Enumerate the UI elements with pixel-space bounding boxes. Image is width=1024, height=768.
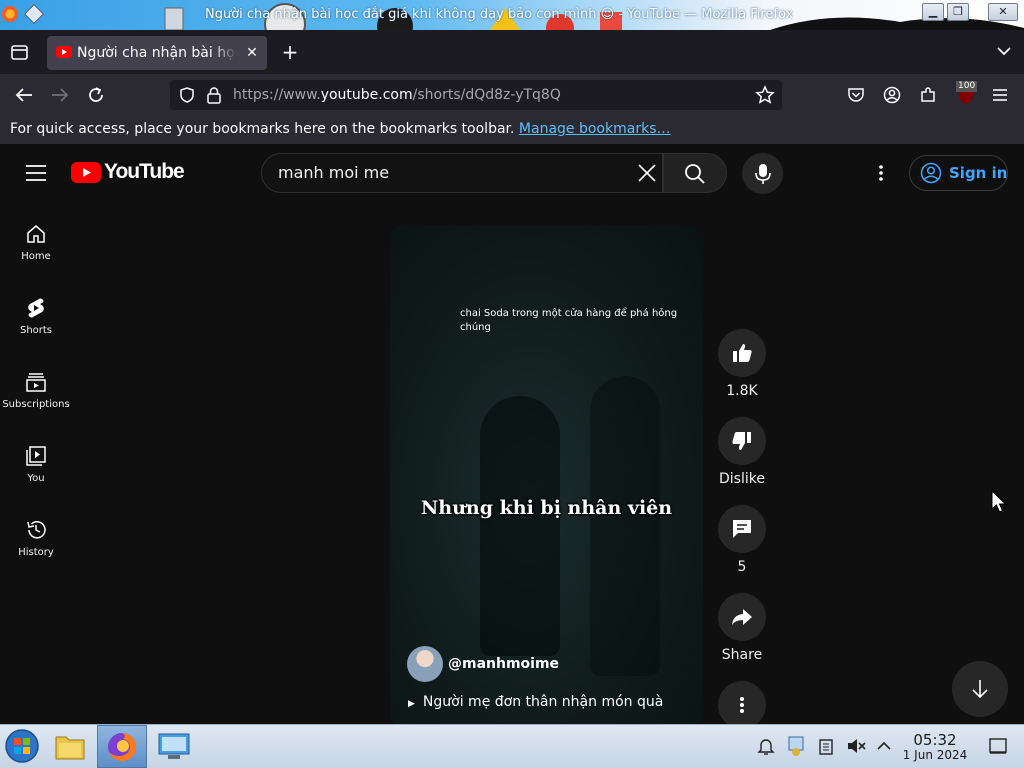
sidebar-item-home[interactable]: Home [0, 215, 72, 285]
share-arrow-icon [732, 609, 752, 625]
sidebar-label-home: Home [21, 251, 51, 262]
guide-menu-icon[interactable] [26, 164, 46, 182]
sidebar-label-shorts: Shorts [19, 325, 53, 336]
clock-date[interactable]: 1 Jun 2024 [900, 748, 970, 762]
dislike-button[interactable] [718, 417, 766, 465]
bookmark-star-icon[interactable] [755, 85, 775, 105]
minimize-button[interactable]: ▁ [922, 3, 944, 21]
video-figure [480, 396, 560, 656]
channel-name[interactable]: @manhmoime [448, 656, 559, 672]
next-short-button[interactable] [952, 661, 1008, 717]
youtube-logo-text[interactable]: YouTube [104, 160, 185, 184]
sidebar-item-shorts[interactable]: Shorts [0, 289, 72, 359]
mouse-cursor-icon [991, 490, 1007, 513]
search-query[interactable]: manh moi me [278, 163, 389, 182]
arrow-down-icon [972, 680, 988, 699]
manage-bookmarks-link[interactable]: Manage bookmarks… [519, 121, 671, 137]
control-panel-icon[interactable] [157, 731, 191, 761]
thumbs-up-icon [733, 344, 752, 362]
user-circle-icon [920, 162, 942, 184]
voice-search-button[interactable] [742, 153, 783, 194]
like-button[interactable] [718, 329, 766, 377]
list-all-tabs-icon[interactable] [996, 45, 1012, 57]
shorts-icon [28, 298, 44, 318]
settings-more-icon[interactable] [878, 164, 884, 182]
bookmarks-empty-message: For quick access, place your bookmarks h… [10, 121, 671, 137]
window-titlebar: Người cha nhận bài học đắt giá khi không… [0, 0, 1024, 30]
volume-muted-icon[interactable] [846, 737, 866, 755]
os-taskbar [0, 724, 1024, 768]
search-button[interactable] [663, 153, 727, 193]
share-button[interactable] [718, 593, 766, 641]
microphone-icon [754, 164, 771, 184]
pocket-icon[interactable] [847, 86, 865, 104]
tab-label: Người cha nhận bài học đắt giá khi không… [77, 45, 237, 61]
sidebar-item-subscriptions[interactable]: Subscriptions [0, 363, 72, 433]
maximize-button[interactable]: ❐ [947, 3, 969, 21]
app-menu-icon[interactable] [992, 87, 1008, 103]
clipboard-icon[interactable] [817, 737, 835, 755]
lock-icon[interactable] [206, 86, 222, 104]
sidebar-item-you[interactable]: You [0, 437, 72, 507]
search-icon [685, 164, 705, 184]
subscriptions-icon [26, 373, 46, 392]
extensions-puzzle-icon[interactable] [919, 86, 937, 104]
video-figure-background [590, 376, 660, 676]
notification-bell-icon[interactable] [757, 737, 775, 755]
show-desktop-icon[interactable] [988, 737, 1008, 755]
video-caption-subtitle: Nhưng khi bị nhân viên [420, 497, 673, 519]
dislike-label: Dislike [719, 471, 765, 487]
file-manager-icon[interactable] [54, 731, 86, 761]
firefox-view-icon[interactable] [10, 44, 30, 62]
firefox-window-icon [2, 6, 18, 22]
new-tab-icon[interactable]: + [280, 42, 300, 62]
youtube-favicon-icon [56, 46, 72, 58]
tracking-protection-shield-icon[interactable] [178, 86, 196, 104]
channel-avatar[interactable] [407, 646, 443, 682]
video-title-link[interactable]: ▶ Người mẹ đơn thân nhận món quà [408, 694, 663, 710]
firefox-taskbar-icon [108, 732, 137, 761]
forward-icon[interactable] [50, 86, 70, 104]
history-icon [27, 521, 46, 539]
thumbs-down-icon [732, 432, 751, 450]
close-tab-icon[interactable]: ✕ [243, 43, 261, 63]
sidebar-label-you: You [27, 473, 45, 484]
more-vertical-icon [740, 697, 744, 713]
sidebar-label-subscriptions: Subscriptions [2, 399, 70, 410]
comments-button[interactable] [718, 505, 766, 553]
clear-search-icon[interactable] [637, 163, 657, 183]
network-status-icon[interactable] [786, 735, 806, 757]
more-actions-button[interactable] [718, 681, 766, 729]
play-triangle-icon: ▶ [408, 699, 415, 709]
sign-in-label: Sign in [949, 164, 1008, 182]
ublock-badge: 100 [956, 81, 978, 92]
clock-time[interactable]: 05:32 [905, 731, 965, 749]
home-icon [27, 225, 45, 243]
window-title: Người cha nhận bài học đắt giá khi không… [205, 7, 794, 22]
share-label: Share [721, 647, 763, 663]
like-count: 1.8K [726, 383, 758, 399]
sidebar-label-history: History [18, 547, 54, 558]
video-caption-top: chai Soda trong một cửa hàng để phá hỏng… [460, 308, 678, 333]
back-icon[interactable] [14, 86, 34, 104]
start-menu-icon[interactable] [4, 728, 40, 764]
reload-icon[interactable] [87, 86, 107, 104]
video-title: Người mẹ đơn thân nhận món quà [422, 694, 664, 710]
url-text[interactable]: https://www.youtube.com/shorts/dQd8z-yTq… [233, 87, 561, 103]
comment-icon [733, 520, 751, 538]
show-hidden-icons-chevron-icon[interactable] [876, 740, 892, 752]
sidebar-item-history[interactable]: History [0, 511, 72, 581]
close-window-button[interactable]: ✕ [988, 3, 1018, 21]
you-icon [26, 446, 46, 466]
account-icon[interactable] [883, 86, 901, 104]
comment-count: 5 [737, 559, 747, 575]
youtube-logo-icon[interactable] [71, 162, 101, 183]
